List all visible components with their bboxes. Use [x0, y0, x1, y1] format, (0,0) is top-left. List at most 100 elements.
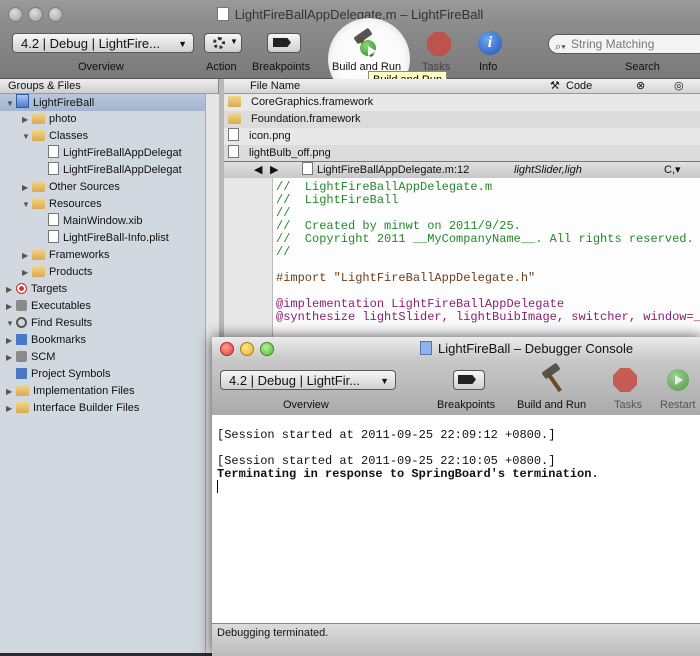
- file-icon: [302, 162, 313, 175]
- sidebar-item-label: SCM: [31, 351, 56, 363]
- breakpoints-label: Breakpoints: [252, 61, 311, 73]
- symbol-popup[interactable]: lightSlider,ligh: [514, 162, 582, 178]
- forward-arrow-icon[interactable]: ▶: [270, 162, 278, 178]
- sidebar-item[interactable]: ▶ SCM: [0, 349, 211, 366]
- file-list: File Name ⚒ Code ⊗ ◎ CoreGraphics.framew…: [224, 79, 700, 162]
- restart-label: Restart: [660, 399, 696, 411]
- executable-icon: [16, 300, 27, 311]
- image-file-icon: [228, 145, 239, 158]
- close-button[interactable]: [220, 342, 234, 356]
- overview-label: Overview: [78, 61, 124, 73]
- sidebar-item[interactable]: ▼ Find Results: [0, 315, 211, 332]
- column-file-name[interactable]: File Name: [250, 79, 300, 93]
- disclosure-triangle-icon[interactable]: ▼: [22, 128, 32, 145]
- file-list-row[interactable]: icon.png: [224, 128, 700, 145]
- disclosure-triangle-icon[interactable]: ▶: [6, 349, 16, 366]
- build-and-run-label[interactable]: Build and Run: [517, 399, 586, 411]
- sidebar-item-label: Implementation Files: [33, 385, 135, 397]
- console-status-bar: Debugging terminated.: [212, 623, 700, 656]
- minimize-button[interactable]: [240, 342, 254, 356]
- disclosure-triangle-icon[interactable]: ▼: [22, 196, 32, 213]
- file-list-row[interactable]: CoreGraphics.framework: [224, 94, 700, 111]
- chevron-down-icon: ▼: [380, 376, 389, 386]
- file-list-header: File Name ⚒ Code ⊗ ◎: [224, 79, 700, 94]
- chevron-down-icon: ▼: [178, 39, 187, 49]
- disclosure-triangle-icon[interactable]: ▼: [6, 95, 16, 112]
- sidebar-item[interactable]: ▶ Bookmarks: [0, 332, 211, 349]
- counterpart-popup[interactable]: C,▾: [664, 162, 681, 178]
- play-icon[interactable]: [360, 40, 376, 56]
- sidebar-header[interactable]: Groups & Files: [0, 79, 218, 94]
- sidebar-item-label: Targets: [31, 283, 68, 295]
- sidebar-item[interactable]: ▼ Classes: [0, 128, 227, 145]
- sidebar-item[interactable]: ▶ Other Sources: [0, 179, 227, 196]
- disclosure-triangle-icon[interactable]: ▶: [22, 111, 32, 128]
- disclosure-triangle-icon[interactable]: ▶: [6, 400, 16, 417]
- sidebar-item[interactable]: Project Symbols: [0, 366, 211, 383]
- disclosure-triangle-icon[interactable]: ▶: [22, 264, 32, 281]
- breakpoints-button[interactable]: [453, 370, 485, 390]
- sidebar-item[interactable]: ▶ Executables: [0, 298, 211, 315]
- sidebar-item[interactable]: ▶ Products: [0, 264, 227, 281]
- zoom-button[interactable]: [260, 342, 274, 356]
- file-popup[interactable]: LightFireBallAppDelegate.m:12: [302, 162, 469, 178]
- gear-icon: [213, 37, 225, 49]
- breakpoints-label: Breakpoints: [437, 399, 496, 411]
- disclosure-triangle-icon[interactable]: ▶: [6, 298, 16, 315]
- sidebar-item-label: LightFireBall: [33, 97, 95, 109]
- overview-popup[interactable]: 4.2 | Debug | LightFire... ▼: [12, 33, 194, 53]
- folder-icon: [32, 198, 45, 209]
- folder-icon: [32, 249, 45, 260]
- overview-popup[interactable]: 4.2 | Debug | LightFir... ▼: [220, 370, 396, 390]
- info-icon[interactable]: i: [478, 31, 502, 55]
- file-icon: [48, 213, 59, 226]
- search-input[interactable]: ⌕▾ String Matching: [548, 34, 700, 54]
- sidebar-item[interactable]: ▶ Frameworks: [0, 247, 227, 264]
- sidebar-item-label: Resources: [49, 198, 102, 210]
- action-label: Action: [206, 61, 237, 73]
- folder-icon: [32, 113, 45, 124]
- sidebar-item[interactable]: ▶ Targets: [0, 281, 211, 298]
- file-name: lightBulb_off.png: [249, 147, 331, 159]
- disclosure-triangle-icon[interactable]: ▶: [22, 247, 32, 264]
- code-line: //: [276, 245, 291, 259]
- sidebar-item-label: LightFireBallAppDelegat: [63, 164, 182, 176]
- back-arrow-icon[interactable]: ◀: [254, 162, 262, 178]
- disclosure-triangle-icon[interactable]: ▶: [6, 332, 16, 349]
- framework-icon: [228, 96, 241, 107]
- tasks-stop-icon[interactable]: [613, 368, 637, 392]
- action-button[interactable]: ▼: [204, 33, 242, 53]
- sidebar-item[interactable]: ▶ Implementation Files: [0, 383, 211, 400]
- target-column-icon: ◎: [674, 80, 684, 92]
- tasks-stop-icon[interactable]: [427, 32, 451, 56]
- file-name: icon.png: [249, 130, 291, 142]
- overview-label: Overview: [283, 399, 329, 411]
- sidebar-item-label: Executables: [31, 300, 91, 312]
- console-titlebar[interactable]: LightFireBall – Debugger Console: [212, 337, 700, 359]
- folder-icon: [32, 181, 45, 192]
- breakpoints-button[interactable]: [267, 33, 301, 53]
- sidebar-item[interactable]: ▼ LightFireBall: [0, 94, 211, 111]
- file-icon: [48, 230, 59, 243]
- file-list-row[interactable]: Foundation.framework: [224, 111, 700, 128]
- console-output[interactable]: [Session started at 2011-09-25 22:09:12 …: [212, 415, 700, 623]
- sidebar-item-label: Project Symbols: [31, 368, 111, 380]
- bookmark-icon: [16, 334, 27, 345]
- disclosure-triangle-icon[interactable]: ▶: [6, 281, 16, 298]
- disclosure-triangle-icon[interactable]: ▶: [6, 383, 16, 400]
- error-column-icon: ⊗: [636, 80, 646, 92]
- column-code[interactable]: Code: [566, 79, 592, 93]
- sidebar-item[interactable]: ▼ Resources: [0, 196, 227, 213]
- sidebar-item[interactable]: ▶ photo: [0, 111, 227, 128]
- sidebar-item-label: Products: [49, 266, 93, 278]
- sidebar-header-label: Groups & Files: [8, 80, 81, 92]
- breakpoint-icon: [458, 375, 476, 384]
- hammer-icon[interactable]: [540, 362, 568, 393]
- restart-icon[interactable]: [667, 369, 689, 391]
- disclosure-triangle-icon[interactable]: ▶: [22, 179, 32, 196]
- disclosure-triangle-icon[interactable]: ▼: [6, 315, 16, 332]
- sidebar-item[interactable]: ▶ Interface Builder Files: [0, 400, 211, 417]
- file-list-row[interactable]: lightBulb_off.png: [224, 145, 700, 162]
- code-line: #import "LightFireBallAppDelegate.h": [276, 271, 536, 285]
- sidebar-item-label: Interface Builder Files: [33, 402, 140, 414]
